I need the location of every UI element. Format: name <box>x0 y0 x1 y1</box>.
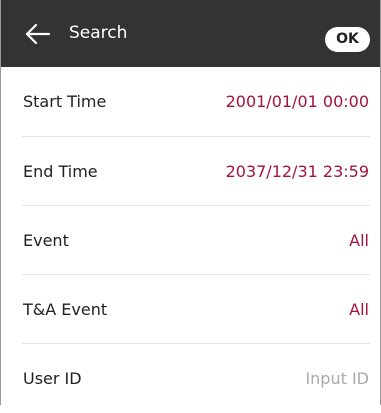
page-title: Search <box>69 23 128 43</box>
start-time-value[interactable]: 2001/01/01 00:00 <box>226 67 369 136</box>
header-bar: Search OK <box>1 0 380 67</box>
start-time-label: Start Time <box>23 92 107 111</box>
event-label: Event <box>23 231 69 250</box>
ta-event-label: T&A Event <box>23 300 108 319</box>
search-screen: Search OK Start Time 2001/01/01 00:00 En… <box>0 0 381 405</box>
user-id-row[interactable]: User ID Input ID <box>1 344 380 413</box>
arrow-left-icon[interactable] <box>25 23 51 45</box>
ok-button[interactable]: OK <box>325 27 370 52</box>
user-id-input[interactable]: Input ID <box>305 344 369 413</box>
end-time-row[interactable]: End Time 2037/12/31 23:59 <box>1 137 380 206</box>
ta-event-row[interactable]: T&A Event All <box>1 275 380 344</box>
ta-event-value[interactable]: All <box>349 275 369 344</box>
user-id-label: User ID <box>23 369 82 388</box>
start-time-row[interactable]: Start Time 2001/01/01 00:00 <box>1 67 380 136</box>
end-time-value[interactable]: 2037/12/31 23:59 <box>226 137 369 206</box>
end-time-label: End Time <box>23 162 98 181</box>
event-row[interactable]: Event All <box>1 206 380 275</box>
event-value[interactable]: All <box>349 206 369 275</box>
